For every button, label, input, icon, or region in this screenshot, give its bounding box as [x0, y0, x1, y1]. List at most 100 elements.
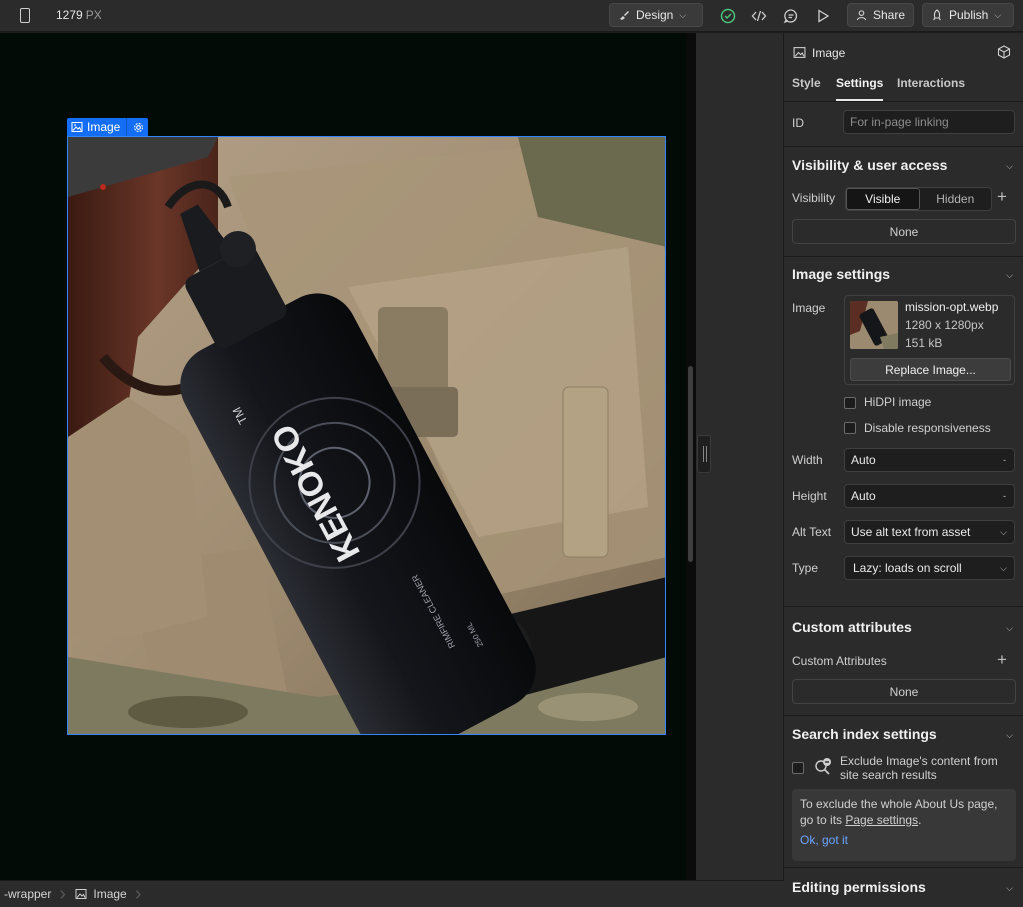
- custom-attributes-none: None: [792, 679, 1016, 704]
- breadcrumb-separator-icon: ›: [59, 882, 67, 905]
- height-value: Auto: [851, 489, 876, 503]
- chevron-down-icon[interactable]: ⌵: [1006, 270, 1013, 281]
- publish-button[interactable]: Publish ⌵: [922, 3, 1014, 27]
- width-value: 1279: [56, 8, 83, 22]
- info-callout: To exclude the whole About Us page, go t…: [792, 789, 1016, 861]
- selected-element-badge[interactable]: Image: [67, 118, 149, 136]
- check-circle-icon[interactable]: [718, 6, 738, 26]
- image-label: Image: [792, 301, 826, 315]
- replace-image-button[interactable]: Replace Image...: [850, 358, 1011, 381]
- chevron-down-icon: ⌵: [1000, 526, 1007, 537]
- panel-element-title: Image: [812, 46, 846, 60]
- search-index-title[interactable]: Search index settings: [792, 726, 937, 742]
- add-attribute-icon[interactable]: +: [997, 650, 1007, 670]
- info-text-prefix: go to its: [800, 813, 846, 827]
- id-label: ID: [792, 116, 804, 130]
- breadcrumb-item-wrapper[interactable]: -wrapper: [0, 881, 59, 907]
- user-access-none[interactable]: None: [792, 219, 1016, 244]
- image-icon: [793, 47, 806, 58]
- editing-permissions-title[interactable]: Editing permissions: [792, 879, 926, 895]
- play-preview-icon[interactable]: [813, 6, 833, 26]
- user-access-value: None: [889, 224, 919, 239]
- height-label: Height: [792, 489, 827, 503]
- breadcrumb: -wrapper › Image ›: [0, 880, 784, 907]
- loading-type-label: Type: [792, 561, 819, 575]
- custom-attributes-value: None: [889, 684, 919, 699]
- alt-text-select[interactable]: Use alt text from asset ⌵: [844, 520, 1015, 544]
- comment-icon[interactable]: [781, 6, 801, 26]
- share-label: Share: [872, 8, 905, 22]
- canvas-resize-handle[interactable]: [697, 435, 711, 473]
- height-unit-select[interactable]: -: [1003, 491, 1006, 501]
- hidden-option[interactable]: Hidden: [920, 188, 992, 210]
- add-visibility-condition-icon[interactable]: +: [997, 187, 1007, 207]
- chevron-down-icon: ⌵: [679, 9, 687, 20]
- asset-dimensions: 1280 x 1280px: [905, 318, 984, 332]
- chevron-down-icon: ⌵: [994, 9, 1002, 20]
- selected-image-element[interactable]: KENOKO TM RIMFIRE CLEANER 250 ML: [67, 136, 666, 735]
- breadcrumb-item-image[interactable]: Image: [71, 881, 134, 907]
- mobile-device-icon[interactable]: [20, 8, 30, 23]
- asset-file-name: mission-opt.webp: [905, 300, 999, 314]
- chevron-down-icon[interactable]: ⌵: [1006, 161, 1013, 172]
- exclude-search-label-line1: Exclude Image's content from: [840, 754, 998, 768]
- share-button[interactable]: Share: [847, 3, 914, 27]
- width-input[interactable]: Auto -: [844, 448, 1015, 472]
- code-icon[interactable]: [749, 6, 769, 26]
- height-input[interactable]: Auto -: [844, 484, 1015, 508]
- gear-icon[interactable]: [133, 122, 144, 133]
- tab-settings[interactable]: Settings: [836, 76, 884, 101]
- disable-responsiveness-checkbox[interactable]: [844, 422, 856, 434]
- exclude-search-label-line2: site search results: [840, 768, 937, 782]
- image-icon: [75, 889, 87, 899]
- image-icon: [71, 122, 83, 132]
- rocket-icon: [933, 9, 941, 21]
- disable-responsiveness-label: Disable responsiveness: [864, 421, 991, 435]
- replace-image-label: Replace Image...: [885, 362, 976, 377]
- top-toolbar: 1279 PX Design ⌵ Share Publish ⌵: [0, 0, 1023, 32]
- exclude-search-checkbox[interactable]: [792, 762, 804, 774]
- page-settings-link[interactable]: Page settings: [845, 813, 918, 827]
- image-asset-card[interactable]: mission-opt.webp 1280 x 1280px 151 kB Re…: [844, 295, 1015, 385]
- visibility-label: Visibility: [792, 191, 836, 205]
- alt-text-label: Alt Text: [792, 525, 832, 539]
- alt-text-value: Use alt text from asset: [851, 525, 971, 539]
- width-value: Auto: [851, 453, 876, 467]
- info-text-line1: To exclude the whole About Us page,: [800, 797, 998, 811]
- asset-file-size: 151 kB: [905, 336, 943, 350]
- brush-icon: [620, 11, 629, 20]
- product-photo: KENOKO TM RIMFIRE CLEANER 250 ML: [68, 137, 665, 734]
- hidpi-checkbox[interactable]: [844, 397, 856, 409]
- width-label: Width: [792, 453, 823, 467]
- chevron-down-icon: ⌵: [1000, 562, 1007, 573]
- chevron-down-icon[interactable]: ⌵: [1006, 883, 1013, 894]
- breadcrumb-separator-icon: ›: [134, 882, 142, 905]
- custom-attributes-title[interactable]: Custom attributes: [792, 619, 912, 635]
- publish-label: Publish: [949, 8, 989, 22]
- visibility-toggle[interactable]: Visible Hidden: [845, 187, 992, 211]
- width-unit-select[interactable]: -: [1003, 455, 1006, 465]
- visible-option[interactable]: Visible: [846, 188, 920, 210]
- chevron-down-icon[interactable]: ⌵: [1006, 623, 1013, 634]
- search-exclude-icon: [815, 758, 831, 775]
- visibility-section-title[interactable]: Visibility & user access: [792, 157, 947, 173]
- id-placeholder: For in-page linking: [850, 115, 949, 129]
- ok-got-it-link[interactable]: Ok, got it: [800, 832, 1008, 848]
- loading-type-value: Lazy: loads on scroll: [853, 561, 962, 575]
- hidpi-label: HiDPI image: [864, 395, 932, 409]
- asset-thumbnail: [850, 301, 898, 349]
- loading-type-select[interactable]: Lazy: loads on scroll ⌵: [844, 556, 1015, 580]
- image-settings-title[interactable]: Image settings: [792, 266, 890, 282]
- component-cube-icon[interactable]: [997, 45, 1011, 59]
- tab-interactions[interactable]: Interactions: [897, 76, 965, 90]
- id-input[interactable]: For in-page linking: [843, 110, 1015, 134]
- design-mode-button[interactable]: Design ⌵: [609, 3, 703, 27]
- breadcrumb-label: Image: [93, 887, 127, 901]
- tab-style[interactable]: Style: [792, 76, 821, 90]
- width-unit: PX: [85, 8, 102, 22]
- chevron-down-icon[interactable]: ⌵: [1006, 730, 1013, 741]
- breadcrumb-label: -wrapper: [4, 887, 52, 901]
- canvas-scrollbar[interactable]: [688, 366, 693, 562]
- custom-attributes-label: Custom Attributes: [792, 654, 887, 668]
- design-label: Design: [636, 8, 674, 22]
